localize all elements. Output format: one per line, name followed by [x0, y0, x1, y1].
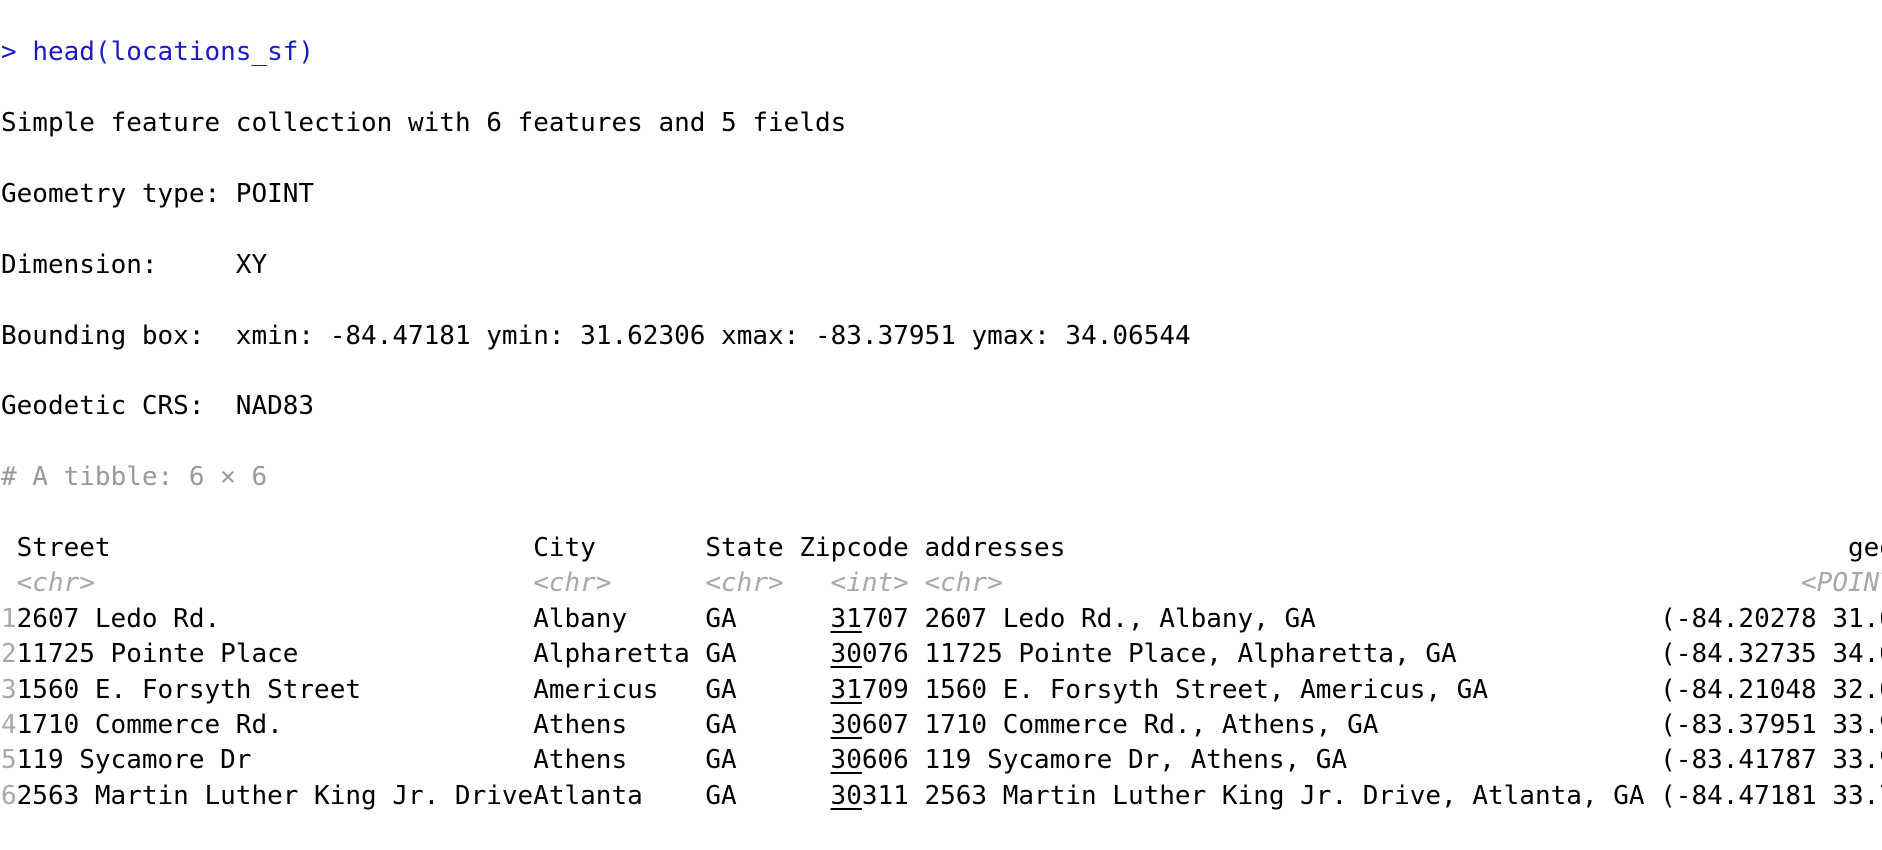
- console-prompt: >: [1, 37, 33, 68]
- column-header-geometry: geometry: [1847, 532, 1882, 563]
- cell-street: 1560 E. Forsyth Street: [16, 674, 362, 705]
- zipcode-thousands-marker: 31: [830, 674, 862, 705]
- zipcode-thousands-marker: 30: [830, 780, 862, 811]
- column-header-city: City: [533, 532, 596, 563]
- cell-addresses: 2563 Martin Luther King Jr. Drive, Atlan…: [924, 780, 1645, 811]
- column-header-zipcode: Zipcode: [799, 532, 909, 563]
- cell-zipcode: 31707: [799, 602, 909, 637]
- cell-addresses: 11725 Pointe Place, Alpharetta, GA: [924, 639, 1457, 670]
- cell-state: GA: [705, 709, 737, 740]
- table-row: 41710 Commerce Rd. Athens GA 30607 1710 Comm…: [1, 708, 1882, 743]
- cell-city: Albany: [533, 603, 628, 634]
- cell-addresses: 1710 Commerce Rd., Athens, GA: [924, 709, 1379, 740]
- cell-zipcode: 31709: [799, 673, 909, 708]
- cell-state: GA: [705, 639, 737, 670]
- cell-street: 2563 Martin Luther King Jr. Drive: [16, 780, 534, 811]
- cell-city: Americus: [533, 674, 659, 705]
- column-type-state: <chr>: [705, 568, 784, 599]
- meta-feature-collection: Simple feature collection with 6 feature…: [1, 108, 847, 139]
- zipcode-thousands-marker: 30: [830, 745, 862, 776]
- cell-addresses: 119 Sycamore Dr, Athens, GA: [924, 745, 1348, 776]
- zipcode-rest: 707: [861, 603, 909, 634]
- cell-state: GA: [705, 674, 737, 705]
- cell-zipcode: 30311: [799, 779, 909, 814]
- console-command: head(locations_sf): [32, 37, 315, 68]
- table-row: 31560 E. Forsyth Street Americus GA 31709 15…: [1, 673, 1882, 708]
- cell-geometry: (-84.20278 31.62306): [1660, 603, 1882, 634]
- zipcode-rest: 607: [861, 709, 909, 740]
- cell-street: 1710 Commerce Rd.: [16, 709, 283, 740]
- meta-geodetic-crs: Geodetic CRS: NAD83: [1, 391, 315, 422]
- cell-geometry: (-84.32735 34.06544): [1660, 639, 1882, 670]
- table-type-row: <chr> <chr> <chr> <int> <chr> <POINT [°]>: [1, 566, 1882, 601]
- cell-geometry: (-83.41787 33.94688): [1660, 745, 1882, 776]
- cell-state: GA: [705, 603, 737, 634]
- cell-state: GA: [705, 780, 737, 811]
- column-header-addresses: addresses: [924, 532, 1066, 563]
- row-index: 4: [1, 709, 17, 740]
- column-type-zipcode: <int>: [830, 568, 909, 599]
- cell-city: Athens: [533, 709, 628, 740]
- row-index: 3: [1, 674, 17, 705]
- table-row: 62563 Martin Luther King Jr. DriveAtlant…: [1, 779, 1882, 814]
- table-header-row: Street City State Zipcode addresses geometry: [1, 531, 1882, 566]
- zipcode-rest: 606: [861, 745, 909, 776]
- column-header-state: State: [705, 532, 784, 563]
- cell-geometry: (-84.21048 32.07173): [1660, 674, 1882, 705]
- zipcode-thousands-marker: 30: [830, 639, 862, 670]
- command-line: > head(locations_sf): [1, 35, 1882, 70]
- meta-dimension: Dimension: XY: [1, 249, 268, 280]
- row-index: 5: [1, 745, 17, 776]
- tibble-comment: # A tibble: 6 × 6: [1, 462, 268, 493]
- cell-city: Athens: [533, 745, 628, 776]
- cell-geometry: (-83.37951 33.99417): [1660, 709, 1882, 740]
- zipcode-rest: 709: [861, 674, 909, 705]
- cell-city: Alpharetta: [533, 639, 690, 670]
- cell-city: Atlanta: [533, 780, 643, 811]
- cell-geometry: (-84.47181 33.75374): [1660, 780, 1882, 811]
- cell-addresses: 1560 E. Forsyth Street, Americus, GA: [924, 674, 1488, 705]
- meta-geometry-type: Geometry type: POINT: [1, 179, 315, 209]
- cell-street: 11725 Pointe Place: [16, 639, 299, 670]
- meta-bounding-box: Bounding box: xmin: -84.47181 ymin: 31.6…: [1, 320, 1191, 351]
- r-console-output: > head(locations_sf) Simple feature coll…: [0, 0, 1882, 810]
- row-index: 1: [1, 603, 17, 634]
- cell-zipcode: 30606: [799, 743, 909, 778]
- cell-addresses: 2607 Ledo Rd., Albany, GA: [924, 603, 1316, 634]
- table-row: 12607 Ledo Rd. Albany GA 31707 2607 Ledo Rd.…: [1, 602, 1882, 637]
- row-index: 2: [1, 639, 17, 670]
- zipcode-rest: 076: [861, 639, 909, 670]
- cell-zipcode: 30076: [799, 637, 909, 672]
- column-type-addresses: <chr>: [924, 568, 1003, 599]
- cell-zipcode: 30607: [799, 708, 909, 743]
- column-type-geometry: <POINT [°]>: [1801, 568, 1882, 599]
- cell-street: 2607 Ledo Rd.: [16, 603, 221, 634]
- table-row: 5119 Sycamore Dr Athens GA 30606 119 Sycamor…: [1, 743, 1882, 778]
- zipcode-thousands-marker: 30: [830, 709, 862, 740]
- column-header-street: Street: [16, 532, 111, 563]
- table-row: 211725 Pointe Place Alpharetta GA 30076 1172…: [1, 637, 1882, 672]
- column-type-street: <chr>: [16, 568, 95, 599]
- zipcode-thousands-marker: 31: [830, 603, 862, 634]
- cell-street: 119 Sycamore Dr: [16, 745, 252, 776]
- zipcode-rest: 311: [861, 780, 909, 811]
- column-type-city: <chr>: [533, 568, 612, 599]
- tibble-table: StreetCityStateZipcodeaddressesgeometry<…: [1, 531, 1882, 814]
- cell-state: GA: [705, 745, 737, 776]
- row-index: 6: [1, 780, 17, 811]
